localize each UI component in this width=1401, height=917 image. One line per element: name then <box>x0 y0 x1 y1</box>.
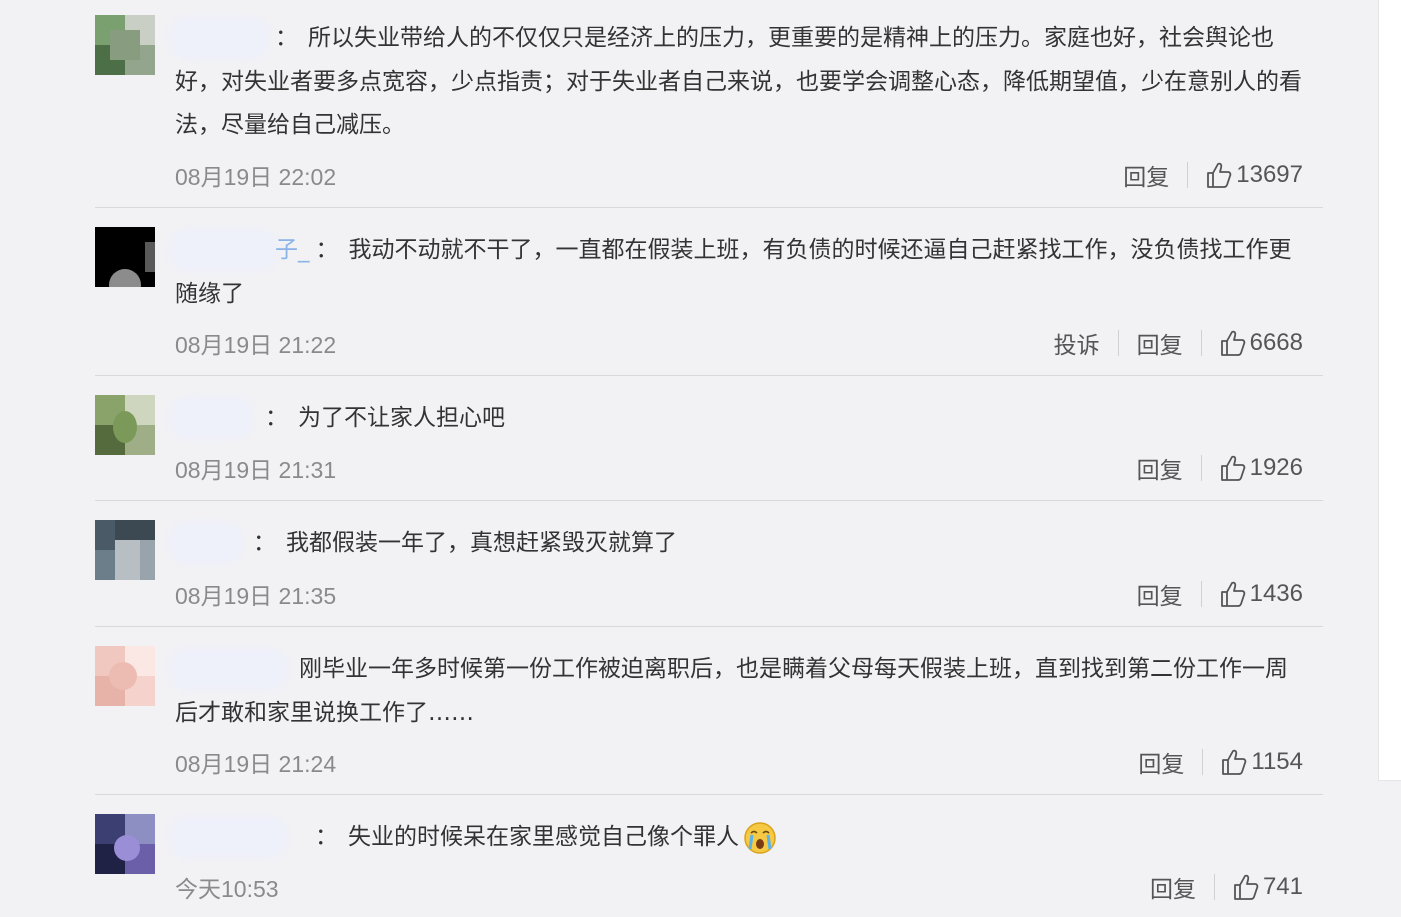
like-button[interactable]: 6668 <box>1220 329 1303 357</box>
like-count: 1436 <box>1249 580 1303 607</box>
comment-actions: 回复 1436 <box>1137 577 1303 611</box>
reply-button[interactable]: 回复 <box>1137 451 1183 485</box>
comment-text: 刚毕业一年多时候第一份工作被迫离职后，也是瞒着父母每天假装上班，直到找到第二份工… <box>175 656 1288 726</box>
thumbs-up-icon <box>1220 455 1245 481</box>
comment-item: ：所以失业带给人的不仅仅只是经济上的压力，更重要的是精神上的压力。家庭也好，社会… <box>95 15 1323 208</box>
comment-text-block: 子_：我动不动就不干了，一直都在假装上班，有负债的时候还逼自己赶紧找工作，没负债… <box>175 229 1303 316</box>
report-button[interactable]: 投诉 <box>1054 326 1100 360</box>
right-side-panel <box>1378 0 1401 781</box>
comment-text-block: ：所以失业带给人的不仅仅只是经济上的压力，更重要的是精神上的压力。家庭也好，社会… <box>175 17 1303 148</box>
action-divider <box>1213 874 1215 900</box>
comment-item: ： 我都假装一年了，真想赶紧毁灭就算了 08月19日 21:35 回复 1436 <box>95 520 1323 627</box>
crying-emoji-icon <box>744 821 776 854</box>
action-divider <box>1117 330 1119 356</box>
comment-text: 为了不让家人担心吧 <box>298 405 505 431</box>
thumbs-up-icon <box>1234 874 1259 900</box>
comment-time: 08月19日 21:31 <box>175 457 337 483</box>
comment-item: 子_：我动不动就不干了，一直都在假装上班，有负债的时候还逼自己赶紧找工作，没负债… <box>95 227 1323 376</box>
comment-actions: 回复 1154 <box>1138 745 1303 779</box>
thumbs-up-icon <box>1222 749 1247 775</box>
like-count: 1154 <box>1251 748 1303 775</box>
like-button[interactable]: 741 <box>1233 873 1303 901</box>
avatar[interactable] <box>95 520 155 580</box>
comment-time: 08月19日 21:24 <box>175 751 337 777</box>
comment-text-block: ： 失业的时候呆在家里感觉自己像个罪人 <box>175 816 1303 860</box>
comment-text: 我都假装一年了，真想赶紧毁灭就算了 <box>286 530 677 556</box>
comment-text-block: ： 为了不让家人担心吧 <box>175 397 1303 441</box>
like-count: 741 <box>1262 873 1303 900</box>
thumbs-up-icon <box>1220 581 1245 607</box>
comment-actions: 投诉 回复 6668 <box>1054 326 1303 360</box>
comment-time: 08月19日 21:35 <box>175 583 337 609</box>
comment-text-block: ： 我都假装一年了，真想赶紧毁灭就算了 <box>175 522 1303 566</box>
username-separator: ： <box>253 530 276 556</box>
username-tail[interactable]: 子_ <box>275 237 310 263</box>
like-count: 6668 <box>1249 329 1303 356</box>
comment-text: 失业的时候呆在家里感觉自己像个罪人 <box>348 824 739 850</box>
like-button[interactable]: 13697 <box>1206 161 1303 189</box>
comment-time: 08月19日 22:02 <box>175 164 337 190</box>
avatar[interactable] <box>95 646 155 706</box>
action-divider <box>1200 455 1202 481</box>
like-button[interactable]: 1436 <box>1220 580 1303 608</box>
comment-time: 08月19日 21:22 <box>175 332 337 358</box>
like-button[interactable]: 1926 <box>1220 454 1303 482</box>
reply-button[interactable]: 回复 <box>1137 326 1183 360</box>
username-separator: ： <box>315 824 338 850</box>
avatar[interactable] <box>95 15 155 75</box>
username-separator: ： <box>275 25 298 51</box>
comment-text: 我动不动就不干了，一直都在假装上班，有负债的时候还逼自己赶紧找工作，没负债找工作… <box>175 237 1292 307</box>
action-divider <box>1200 330 1202 356</box>
avatar[interactable] <box>95 814 155 874</box>
thumbs-up-icon <box>1220 330 1245 356</box>
reply-button[interactable]: 回复 <box>1138 745 1184 779</box>
avatar[interactable] <box>95 395 155 455</box>
avatar[interactable] <box>95 227 155 287</box>
action-divider <box>1187 162 1189 188</box>
comment-item: ： 为了不让家人担心吧 08月19日 21:31 回复 1926 <box>95 395 1323 501</box>
comment-time: 今天10:53 <box>175 876 279 902</box>
thumbs-up-icon <box>1207 162 1232 188</box>
comment-text: 所以失业带给人的不仅仅只是经济上的压力，更重要的是精神上的压力。家庭也好，社会舆… <box>175 25 1302 138</box>
comment-item: 刚毕业一年多时候第一份工作被迫离职后，也是瞒着父母每天假装上班，直到找到第二份工… <box>95 646 1323 795</box>
action-divider <box>1200 581 1202 607</box>
reply-button[interactable]: 回复 <box>1123 158 1169 192</box>
username-separator: ： <box>265 405 288 431</box>
comment-actions: 回复 741 <box>1150 870 1303 904</box>
reply-button[interactable]: 回复 <box>1137 577 1183 611</box>
like-button[interactable]: 1154 <box>1221 748 1303 776</box>
username-separator: ： <box>315 237 339 263</box>
action-divider <box>1202 749 1204 775</box>
like-count: 1926 <box>1249 454 1303 481</box>
comment-actions: 回复 13697 <box>1123 158 1303 192</box>
like-count: 13697 <box>1236 161 1303 188</box>
comment-item: ： 失业的时候呆在家里感觉自己像个罪人 今天10:53 回复 741 <box>95 814 1323 917</box>
comment-text-block: 刚毕业一年多时候第一份工作被迫离职后，也是瞒着父母每天假装上班，直到找到第二份工… <box>175 648 1303 735</box>
reply-button[interactable]: 回复 <box>1150 870 1196 904</box>
comment-actions: 回复 1926 <box>1137 451 1303 485</box>
